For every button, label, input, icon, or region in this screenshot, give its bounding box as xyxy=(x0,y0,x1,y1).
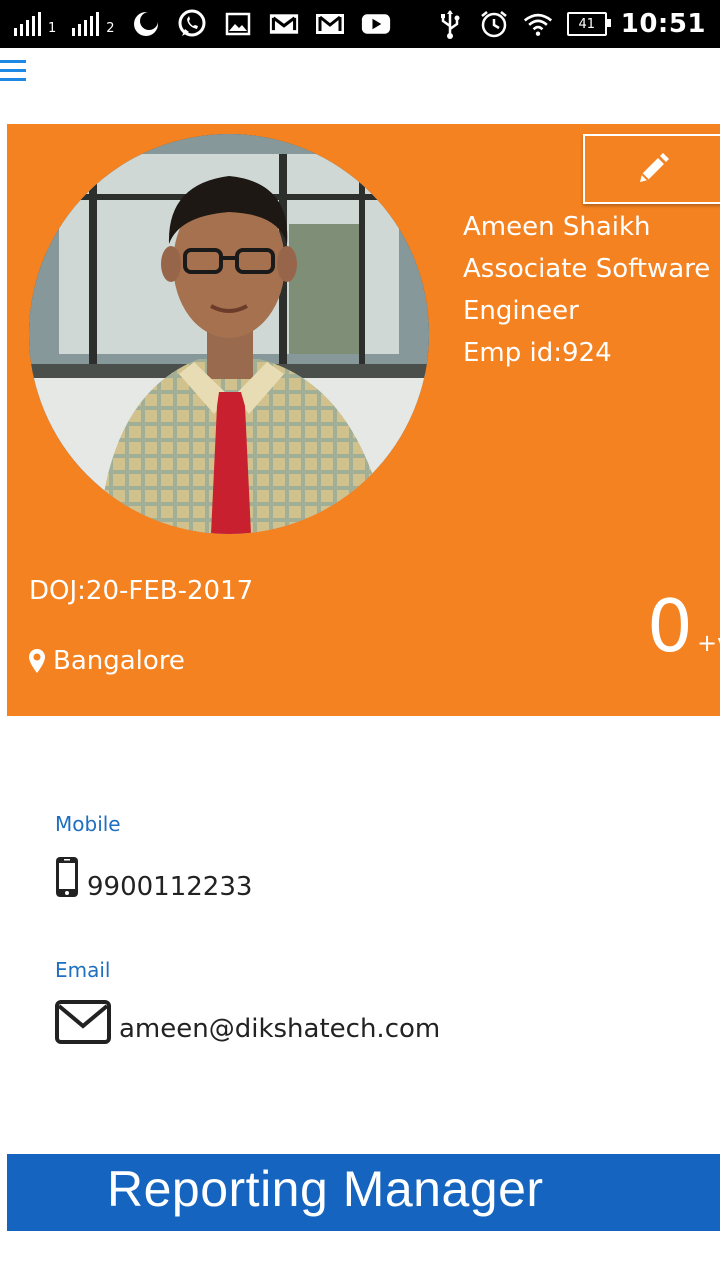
edit-profile-button[interactable] xyxy=(583,134,720,204)
profile-info: Ameen Shaikh Associate Software Engineer… xyxy=(463,206,710,374)
sim2-label: 2 xyxy=(106,21,115,36)
date-of-joining: DOJ:20-FEB-2017 xyxy=(29,576,254,606)
status-bar-right: 41 10:51 xyxy=(435,6,706,42)
designation-line-1: Associate Software xyxy=(463,254,711,284)
alarm-icon xyxy=(479,9,509,39)
reporting-manager-title: Reporting Manager xyxy=(107,1161,544,1217)
signal-icon: 1 xyxy=(14,12,56,36)
hamburger-menu-icon[interactable] xyxy=(0,60,26,84)
profile-photo xyxy=(29,134,429,534)
employee-id: Emp id:924 xyxy=(463,338,612,368)
envelope-icon xyxy=(55,1000,111,1044)
youtube-icon xyxy=(361,9,391,39)
mobile-row[interactable]: 9900112233 xyxy=(55,852,252,902)
status-clock: 10:51 xyxy=(620,9,706,39)
profile-card: Ameen Shaikh Associate Software Engineer… xyxy=(7,124,720,716)
gmail-icon xyxy=(269,9,299,39)
status-bar-left: 1 2 xyxy=(14,6,391,42)
email-row[interactable]: ameen@dikshatech.com xyxy=(55,1000,440,1044)
battery-icon: 41 xyxy=(566,12,611,36)
app-bar xyxy=(0,48,720,124)
battery-level: 41 xyxy=(578,16,595,32)
counter-suffix: +v xyxy=(697,629,720,657)
email-label: Email xyxy=(55,958,111,982)
status-bar: 1 2 41 10:51 xyxy=(0,0,720,48)
pencil-icon xyxy=(640,153,669,182)
mobile-phone-icon xyxy=(56,857,78,897)
location-text: Bangalore xyxy=(53,646,185,676)
mobile-number: 9900112233 xyxy=(87,872,253,902)
reporting-manager-header: Reporting Manager xyxy=(7,1154,720,1231)
mobile-label: Mobile xyxy=(55,812,121,836)
signal-icon: 2 xyxy=(72,12,115,36)
employee-name: Ameen Shaikh xyxy=(463,212,651,242)
gmail-icon xyxy=(315,9,345,39)
gallery-icon xyxy=(223,9,253,39)
email-address: ameen@dikshatech.com xyxy=(119,1014,441,1044)
designation-line-2: Engineer xyxy=(463,296,579,326)
moon-icon xyxy=(131,9,161,39)
sim1-label: 1 xyxy=(48,21,57,36)
whatsapp-icon xyxy=(177,9,207,39)
counter-value: 0 xyxy=(647,584,693,668)
location: Bangalore xyxy=(29,646,185,676)
usb-icon xyxy=(435,9,465,39)
map-marker-icon xyxy=(29,649,45,673)
wifi-icon xyxy=(523,9,553,39)
